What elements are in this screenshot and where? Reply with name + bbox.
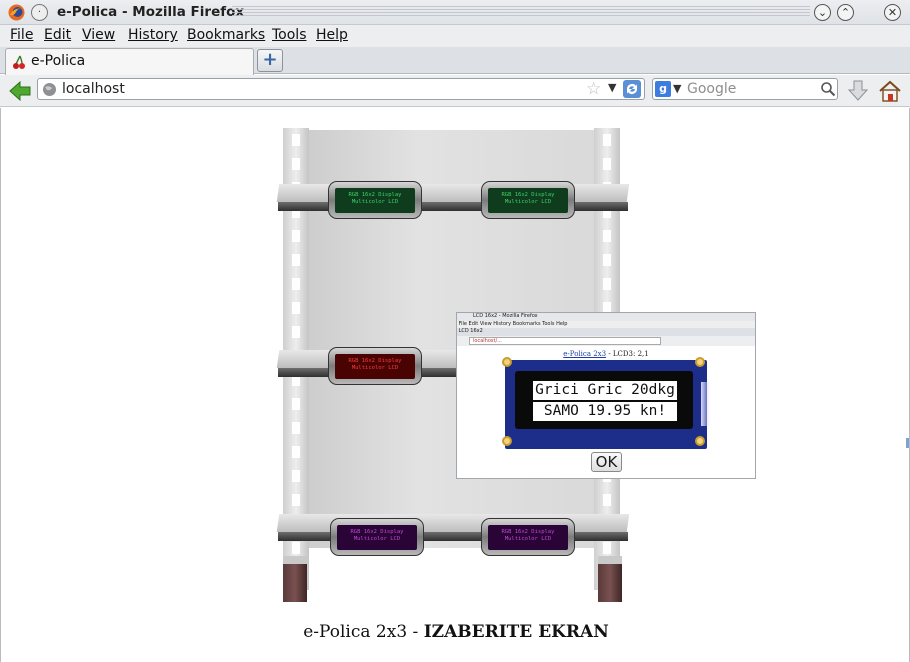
lcd-screen: RGB 16x2 Display Multicolor LCD: [337, 525, 417, 550]
popup-titlebar: LCD 16x2 - Mozilla Firefox: [457, 313, 755, 321]
menu-bar: File Edit View History Bookmarks Tools H…: [0, 25, 910, 47]
popup-menubar: File Edit View History Bookmarks Tools H…: [457, 321, 755, 328]
menu-history[interactable]: History: [128, 27, 178, 43]
back-arrow-icon[interactable]: [7, 78, 33, 104]
lcd-3-2[interactable]: RGB 16x2 Display Multicolor LCD: [481, 518, 575, 556]
menu-file[interactable]: File: [10, 27, 33, 43]
bookmark-star-icon[interactable]: ☆: [586, 79, 601, 99]
new-tab-button[interactable]: +: [257, 49, 283, 72]
minimize-button[interactable]: ⌄: [814, 4, 831, 21]
pin-icon[interactable]: ·: [31, 4, 48, 21]
lcd-1-2[interactable]: RGB 16x2 Display Multicolor LCD: [481, 181, 575, 219]
lcd-2-1[interactable]: RGB 16x2 Display Multicolor LCD: [328, 347, 422, 385]
menu-help[interactable]: Help: [316, 27, 348, 43]
ok-button[interactable]: OK: [591, 452, 622, 472]
home-icon[interactable]: [878, 79, 902, 103]
search-icon[interactable]: [820, 81, 836, 97]
menu-view[interactable]: View: [82, 27, 115, 43]
page-caption: e-Polica 2x3 - IZABERITE EKRAN: [303, 622, 609, 642]
cherry-favicon-icon: [13, 55, 25, 69]
firefox-icon: [8, 4, 25, 21]
lcd-screen: RGB 16x2 Display Multicolor LCD: [488, 525, 568, 550]
window-title: e-Polica - Mozilla Firefox: [57, 4, 245, 20]
lcd-line-2: SAMO 19.95 kn!: [533, 402, 677, 421]
backlight-glow: [701, 382, 711, 426]
tab-strip: e-Polica +: [0, 47, 910, 75]
close-button[interactable]: ✕: [884, 4, 901, 21]
window-titlebar: · e-Polica - Mozilla Firefox ⌄ ⌃ ✕: [0, 0, 910, 25]
maximize-button[interactable]: ⌃: [837, 4, 854, 21]
popup-urlbar: localhost/...: [457, 336, 755, 346]
lcd-bezel: Grici Gric 20dkg SAMO 19.95 kn!: [515, 371, 693, 429]
mount-hole: [695, 357, 705, 367]
titlebar-grip: [232, 6, 810, 18]
lcd-screen: RGB 16x2 Display Multicolor LCD: [335, 188, 415, 213]
url-dropdown-icon[interactable]: ▼: [608, 81, 616, 94]
reload-icon[interactable]: [622, 79, 642, 99]
tab-e-polica[interactable]: e-Polica: [5, 48, 254, 75]
download-icon[interactable]: [847, 79, 869, 103]
tab-label: e-Polica: [31, 53, 86, 69]
mount-hole: [502, 436, 512, 446]
lcd-line-1: Grici Gric 20dkg: [533, 381, 677, 400]
mount-hole: [502, 357, 512, 367]
menu-bookmarks[interactable]: Bookmarks: [187, 27, 265, 43]
menu-edit[interactable]: Edit: [44, 27, 71, 43]
lcd-board: Grici Gric 20dkg SAMO 19.95 kn!: [502, 357, 711, 449]
menu-tools[interactable]: Tools: [272, 27, 307, 43]
page-content: RGB 16x2 Display Multicolor LCD RGB 16x2 …: [0, 108, 910, 662]
search-bar[interactable]: g ▼ Google: [652, 78, 838, 100]
url-bar[interactable]: localhost ☆ ▼: [37, 78, 645, 100]
lcd-popup-window: LCD 16x2 - Mozilla Firefox File Edit Vie…: [456, 312, 756, 479]
popup-heading: e-Polica 2x3 - LCD3: 2,1: [563, 350, 649, 358]
url-text: localhost: [62, 81, 125, 97]
popup-heading-link[interactable]: e-Polica 2x3: [563, 350, 606, 358]
lcd-1-1[interactable]: RGB 16x2 Display Multicolor LCD: [328, 181, 422, 219]
scroll-edge-marker: [906, 438, 909, 448]
search-input[interactable]: Google: [687, 81, 736, 97]
shelf-foot-left: [283, 556, 307, 602]
shelf-foot-right: [598, 556, 622, 602]
search-engine-dropdown-icon[interactable]: ▼: [673, 82, 681, 95]
mount-hole: [695, 436, 705, 446]
lcd-screen: RGB 16x2 Display Multicolor LCD: [488, 188, 568, 213]
lcd-screen: RGB 16x2 Display Multicolor LCD: [335, 354, 415, 379]
lcd-3-1[interactable]: RGB 16x2 Display Multicolor LCD: [330, 518, 424, 556]
google-icon[interactable]: g: [655, 81, 671, 97]
globe-icon: [43, 83, 56, 96]
caption-bold: IZABERITE EKRAN: [423, 622, 609, 642]
navigation-bar: localhost ☆ ▼ g ▼ Google: [0, 75, 910, 107]
popup-tabstrip: LCD 16x2: [457, 328, 755, 336]
